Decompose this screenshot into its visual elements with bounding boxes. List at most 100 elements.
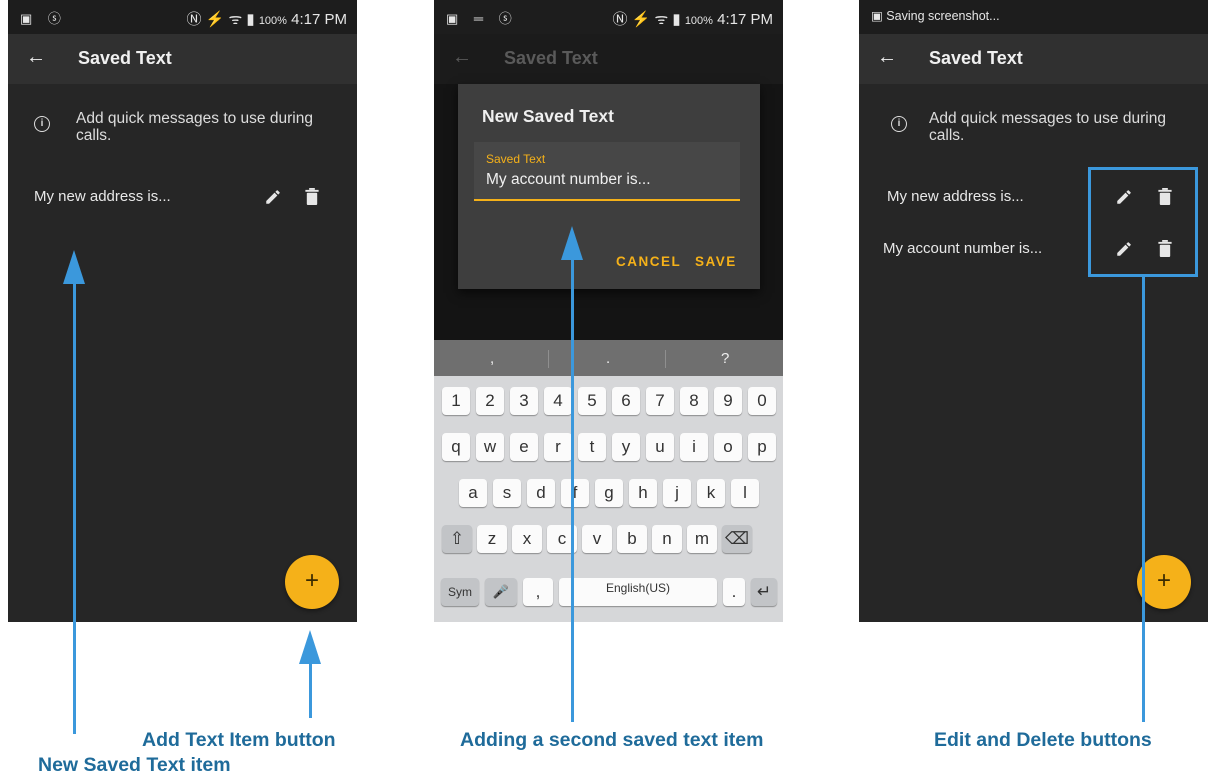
info-icon: i	[34, 116, 50, 132]
space-key[interactable]: English(US)	[559, 578, 717, 606]
annotation-arrow-head	[63, 250, 85, 284]
key-0[interactable]: 0	[748, 387, 776, 415]
caption-add-text-item: Add Text Item button	[142, 729, 336, 751]
key-6[interactable]: 6	[612, 387, 640, 415]
key-u[interactable]: u	[646, 433, 674, 461]
trash-icon[interactable]	[305, 188, 319, 205]
saved-text-item[interactable]: My new address is...	[8, 178, 357, 218]
screenshot-notice: ▣ Saving screenshot...	[871, 9, 1000, 23]
suggestion-period[interactable]: .	[606, 350, 610, 367]
pencil-icon[interactable]	[264, 188, 282, 206]
saved-text-label: My new address is...	[34, 188, 171, 205]
annotation-arrow-line	[1142, 277, 1145, 722]
key-e[interactable]: e	[510, 433, 538, 461]
key-w[interactable]: w	[476, 433, 504, 461]
period-key[interactable]: .	[723, 578, 745, 606]
key-s[interactable]: s	[493, 479, 521, 507]
key-⌫[interactable]: ⌫	[722, 525, 752, 553]
status-right: Ⓝ ⚡ ᯤ ▮ 100% 4:17 PM	[613, 8, 774, 29]
app-bar: ← Saved Text	[434, 34, 783, 84]
add-text-item-button[interactable]: +	[285, 555, 339, 609]
caption-adding-second-item: Adding a second saved text item	[460, 729, 764, 751]
phone-middle: ▣ ═ ⓢ Ⓝ ⚡ ᯤ ▮ 100% 4:17 PM ← Saved Text …	[434, 0, 783, 622]
key-p[interactable]: p	[748, 433, 776, 461]
key-d[interactable]: d	[527, 479, 555, 507]
page-title: Saved Text	[504, 48, 598, 68]
status-bar: ▣ Saving screenshot...	[859, 0, 1208, 34]
key-⇧[interactable]: ⇧	[442, 525, 472, 553]
annotation-arrow-head	[299, 630, 321, 664]
key-5[interactable]: 5	[578, 387, 606, 415]
key-2[interactable]: 2	[476, 387, 504, 415]
add-text-item-button[interactable]: +	[1137, 555, 1191, 609]
saved-text-label: My account number is...	[883, 240, 1043, 257]
back-arrow-icon[interactable]: ←	[26, 46, 46, 69]
status-right-icons: Ⓝ ⚡ ᯤ ▮	[186, 11, 255, 28]
key-t[interactable]: t	[578, 433, 606, 461]
key-1[interactable]: 1	[442, 387, 470, 415]
mic-key[interactable]: 🎤	[485, 578, 517, 606]
key-r[interactable]: r	[544, 433, 572, 461]
battery-level: 100%	[258, 15, 287, 27]
saved-text-field[interactable]: Saved Text My account number is...	[474, 142, 740, 200]
status-right-icons: Ⓝ ⚡ ᯤ ▮	[612, 11, 681, 28]
key-j[interactable]: j	[663, 479, 691, 507]
back-arrow-icon[interactable]: ←	[452, 46, 472, 69]
annotation-arrow-line	[73, 282, 76, 734]
key-i[interactable]: i	[680, 433, 708, 461]
status-bar: ▣ ═ ⓢ Ⓝ ⚡ ᯤ ▮ 100% 4:17 PM	[434, 0, 783, 34]
save-button[interactable]: SAVE	[695, 254, 737, 269]
key-z[interactable]: z	[477, 525, 507, 553]
suggestion-question[interactable]: ?	[721, 350, 729, 367]
cancel-button[interactable]: CANCEL	[616, 254, 681, 269]
annotation-arrow-line	[571, 258, 574, 722]
page-title: Saved Text	[929, 48, 1023, 68]
key-8[interactable]: 8	[680, 387, 708, 415]
sym-key[interactable]: Sym	[441, 578, 479, 606]
key-k[interactable]: k	[697, 479, 725, 507]
battery-level: 100%	[684, 15, 713, 27]
key-7[interactable]: 7	[646, 387, 674, 415]
app-bar: ← Saved Text	[8, 34, 357, 84]
key-y[interactable]: y	[612, 433, 640, 461]
back-arrow-icon[interactable]: ←	[877, 46, 897, 69]
caption-edit-delete-buttons: Edit and Delete buttons	[934, 729, 1152, 751]
enter-key[interactable]: ↵	[751, 578, 777, 606]
status-left-icons: ▣ ⓢ	[20, 11, 67, 26]
clock: 4:17 PM	[717, 11, 773, 28]
saved-text-label: My new address is...	[887, 188, 1024, 205]
key-4[interactable]: 4	[544, 387, 572, 415]
status-bar: ▣ ⓢ Ⓝ ⚡ ᯤ ▮ 100% 4:17 PM	[8, 0, 357, 34]
field-value: My account number is...	[486, 171, 651, 188]
key-g[interactable]: g	[595, 479, 623, 507]
key-h[interactable]: h	[629, 479, 657, 507]
annotation-arrow-line	[309, 662, 312, 718]
info-text: Add quick messages to use during calls.	[929, 110, 1166, 144]
key-3[interactable]: 3	[510, 387, 538, 415]
info-text: Add quick messages to use during calls.	[76, 110, 313, 144]
key-x[interactable]: x	[512, 525, 542, 553]
field-underline	[474, 199, 740, 201]
key-a[interactable]: a	[459, 479, 487, 507]
status-left-icons: ▣ ═ ⓢ	[446, 11, 518, 26]
key-b[interactable]: b	[617, 525, 647, 553]
comma-key[interactable]: ,	[523, 578, 553, 606]
phone-right: ▣ Saving screenshot... ← Saved Text i Ad…	[859, 0, 1208, 622]
key-n[interactable]: n	[652, 525, 682, 553]
key-l[interactable]: l	[731, 479, 759, 507]
key-9[interactable]: 9	[714, 387, 742, 415]
key-q[interactable]: q	[442, 433, 470, 461]
divider	[665, 350, 666, 368]
divider	[548, 350, 549, 368]
phone-left: ▣ ⓢ Ⓝ ⚡ ᯤ ▮ 100% 4:17 PM ← Saved Text i …	[8, 0, 357, 622]
field-label: Saved Text	[486, 152, 546, 166]
new-saved-text-dialog: New Saved Text Saved Text My account num…	[458, 84, 760, 289]
key-m[interactable]: m	[687, 525, 717, 553]
key-o[interactable]: o	[714, 433, 742, 461]
key-f[interactable]: f	[561, 479, 589, 507]
key-v[interactable]: v	[582, 525, 612, 553]
annotation-arrow-head	[561, 226, 583, 260]
suggestion-comma[interactable]: ,	[490, 350, 494, 367]
caption-new-saved-text-item: New Saved Text item	[38, 754, 231, 776]
page-title: Saved Text	[78, 48, 172, 68]
